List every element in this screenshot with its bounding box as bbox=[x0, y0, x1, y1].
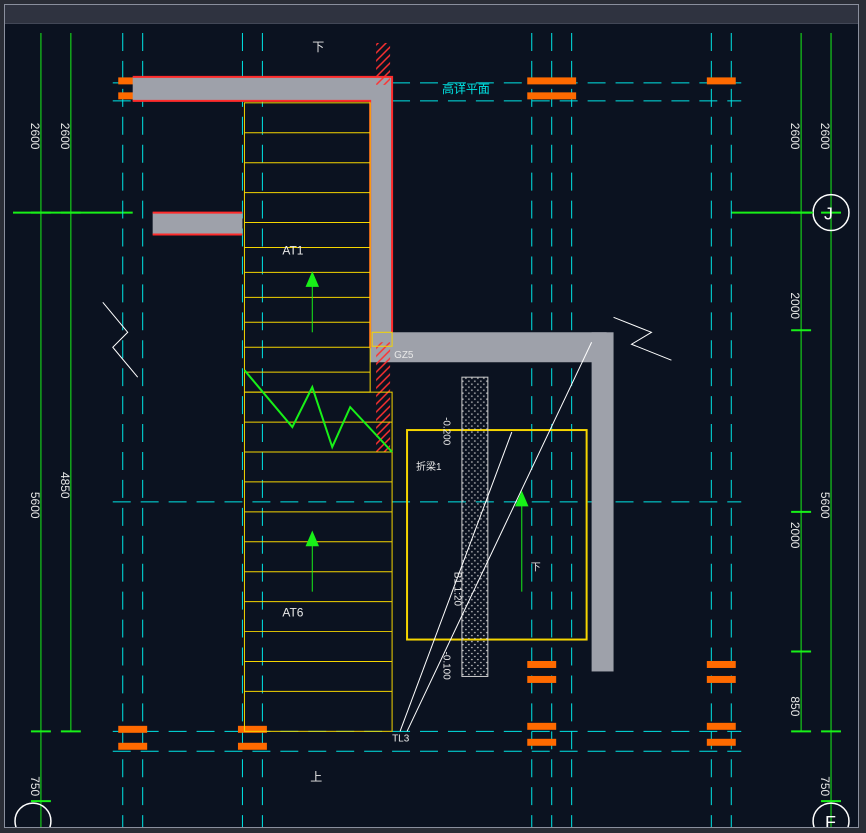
window-titlebar bbox=[5, 5, 858, 24]
label-at1: AT1 bbox=[282, 243, 303, 257]
label-gz5: GZ5 bbox=[394, 350, 414, 361]
label-platform: 高详平面 bbox=[442, 81, 490, 96]
dim-left-inner-mid: 4850 bbox=[58, 472, 72, 499]
dim-chain-right-inner: 2600 2000 2000 850 bbox=[788, 33, 811, 731]
dim-chain-left-outer: 2600 5600 750 bbox=[28, 33, 51, 827]
stair-flight-at1 bbox=[244, 103, 370, 392]
dim-chain-left-inner: 2600 4850 bbox=[58, 33, 81, 731]
grid-letter-f: F bbox=[825, 812, 836, 827]
cad-window: 2600 5600 750 2600 4850 2600 5600 750 bbox=[4, 4, 859, 828]
hatch-col-mid bbox=[376, 342, 390, 452]
dim-right-inner-top: 2600 bbox=[788, 123, 802, 150]
dim-right-inner-mid: 2000 bbox=[788, 522, 802, 549]
dim-right-outer-mid: 5600 bbox=[818, 492, 832, 519]
label-down: 下 bbox=[312, 40, 324, 54]
dim-right-outer-bot: 750 bbox=[818, 776, 832, 796]
label-slope: B1 1:20 bbox=[451, 572, 462, 607]
arrow-up-ramp bbox=[516, 492, 528, 592]
label-tl3: TL3 bbox=[392, 733, 410, 744]
label-elev-bot: -0.100 bbox=[440, 652, 451, 681]
break-right bbox=[614, 317, 672, 360]
break-left bbox=[103, 302, 138, 377]
label-at6: AT6 bbox=[282, 606, 303, 620]
arrow-up-at6 bbox=[306, 532, 318, 592]
column-markers bbox=[119, 78, 736, 749]
grid-bubble-f-left bbox=[15, 803, 51, 827]
hatch-col-top bbox=[376, 43, 390, 85]
label-up: 上 bbox=[310, 770, 322, 784]
grid-letter-j: J bbox=[824, 204, 833, 224]
ramp-strip bbox=[400, 342, 592, 731]
dim-left-inner-top: 2600 bbox=[58, 123, 72, 150]
arrow-up-at1 bbox=[306, 272, 318, 332]
dim-right-inner-upper: 2000 bbox=[788, 292, 802, 319]
dim-left-outer-top: 2600 bbox=[28, 123, 42, 150]
label-zheliang1: 折梁1 bbox=[416, 460, 442, 473]
stair-flight-at6 bbox=[244, 392, 392, 731]
dim-left-outer-mid: 5600 bbox=[28, 492, 42, 519]
drawing-svg[interactable]: 2600 5600 750 2600 4850 2600 5600 750 bbox=[13, 33, 850, 827]
dim-left-outer-bot: 750 bbox=[28, 776, 42, 796]
label-elev-top: -0.200 bbox=[440, 417, 451, 446]
drawing-canvas[interactable]: 2600 5600 750 2600 4850 2600 5600 750 bbox=[13, 33, 850, 823]
dim-chain-right-outer: 2600 5600 750 bbox=[818, 33, 841, 827]
dim-right-inner-lower: 850 bbox=[788, 696, 802, 716]
dim-right-outer-top: 2600 bbox=[818, 123, 832, 150]
concrete-slab bbox=[133, 77, 614, 672]
label-down2: 下 bbox=[528, 562, 540, 573]
